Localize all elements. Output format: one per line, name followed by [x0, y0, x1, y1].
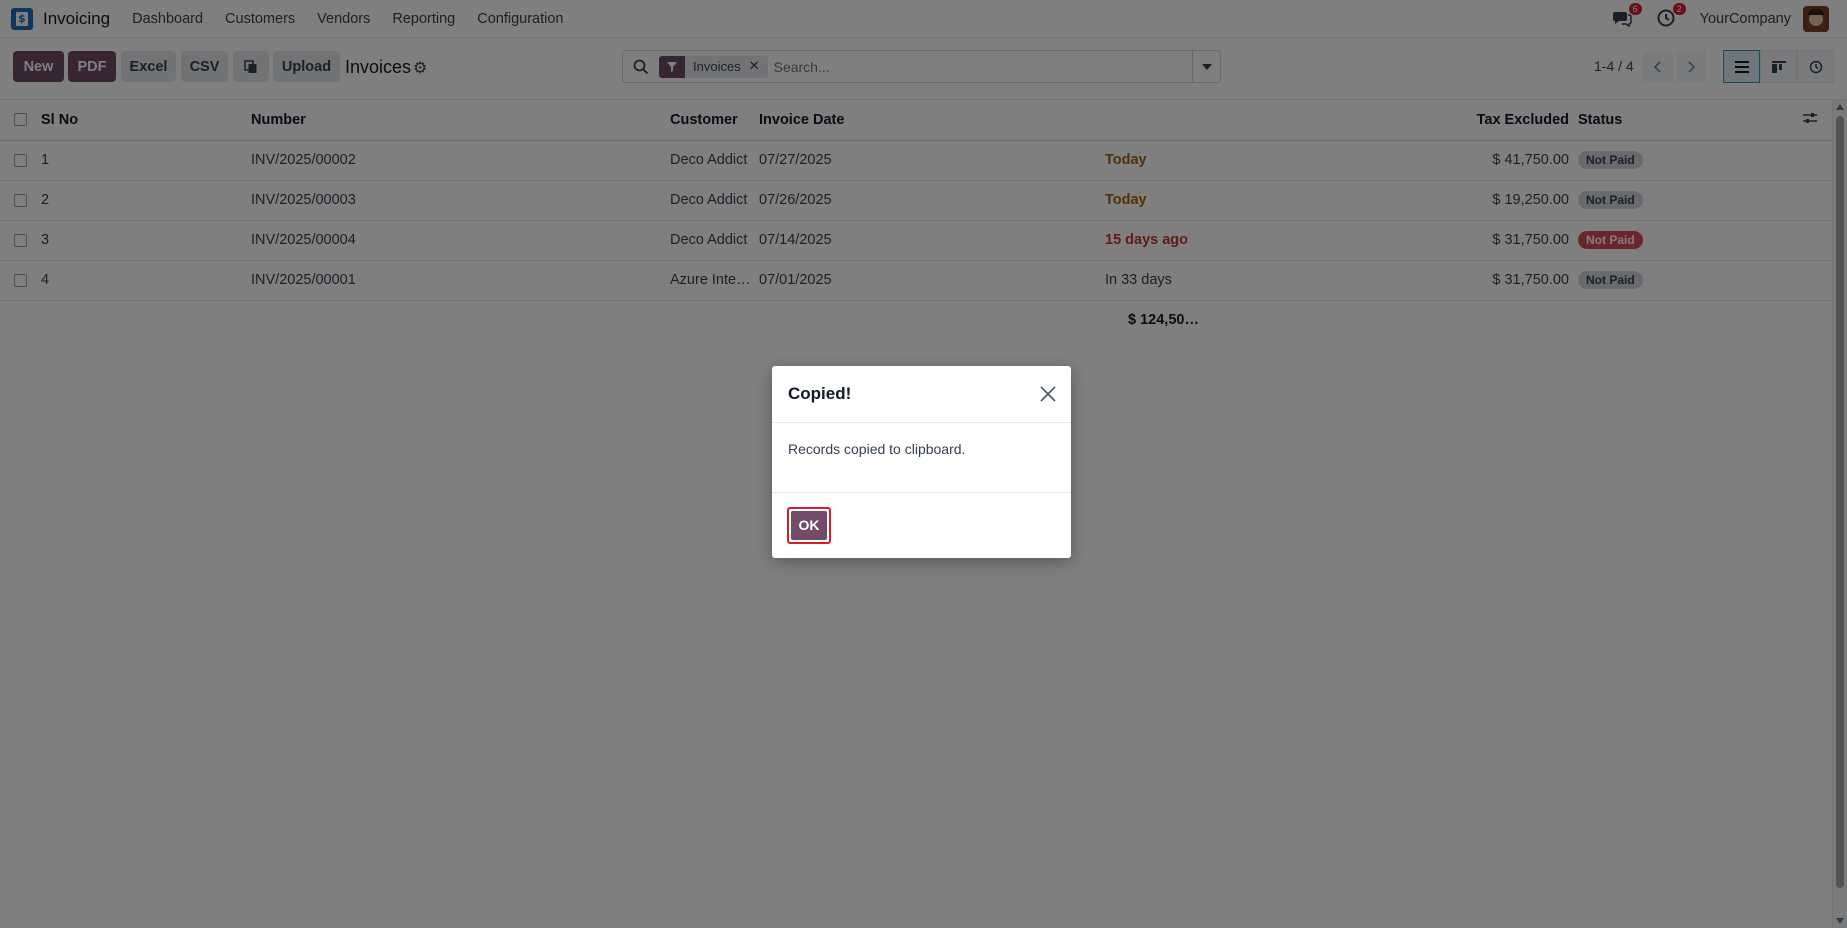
ok-button-label: OK — [791, 510, 827, 540]
dialog-title: Copied! — [788, 384, 852, 403]
dialog-header: Copied! — [772, 366, 1071, 423]
dialog-footer: OK — [772, 493, 1071, 557]
close-icon[interactable] — [1039, 385, 1057, 403]
ok-button[interactable]: OK — [787, 506, 831, 544]
dialog-body: Records copied to clipboard. — [772, 423, 1071, 493]
copied-dialog: Copied! Records copied to clipboard. OK — [772, 366, 1071, 558]
